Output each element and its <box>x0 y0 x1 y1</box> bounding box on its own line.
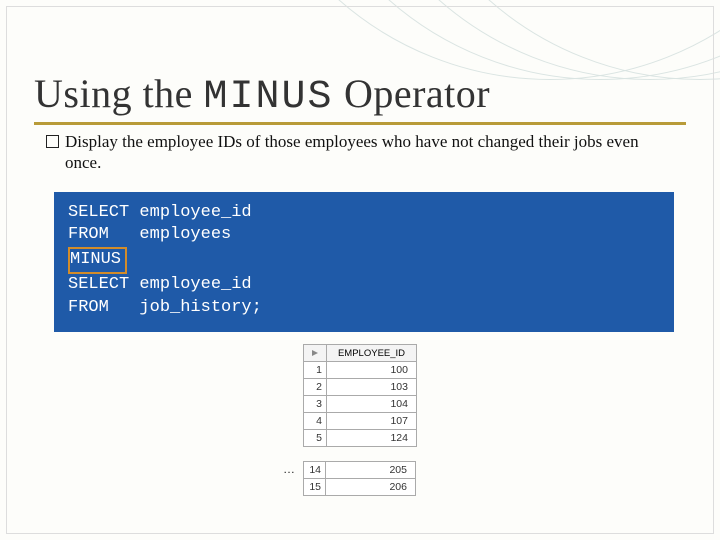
table-row: 2103 <box>304 379 417 396</box>
result-table-top: EMPLOYEE_ID 1100 2103 3104 4107 5124 <box>303 344 417 447</box>
code-line: SELECT employee_id <box>68 274 660 297</box>
table-row: 3104 <box>304 396 417 413</box>
title-post: Operator <box>344 71 490 116</box>
table-row: 5124 <box>304 430 417 447</box>
minus-highlight: MINUS <box>68 247 127 274</box>
slide-title: Using the MINUS Operator <box>0 0 720 120</box>
table-row: 1100 <box>304 362 417 379</box>
table-row: 15206 <box>304 479 416 496</box>
result-area: EMPLOYEE_ID 1100 2103 3104 4107 5124 … 1… <box>0 344 720 496</box>
table-row: 14205 <box>304 462 416 479</box>
triangle-icon <box>310 348 320 358</box>
sql-code-block: SELECT employee_id FROM employees MINUS … <box>54 192 674 333</box>
title-underline <box>34 122 686 125</box>
row-selector-corner <box>304 345 327 362</box>
code-line-minus: MINUS <box>68 247 660 274</box>
code-line: FROM employees <box>68 224 660 247</box>
slide: Using the MINUS Operator Display the emp… <box>0 0 720 540</box>
title-mono: MINUS <box>203 75 333 120</box>
title-pre: Using the <box>34 71 193 116</box>
column-header: EMPLOYEE_ID <box>327 345 417 362</box>
ellipsis: … <box>283 462 295 476</box>
code-line: FROM job_history; <box>68 297 660 320</box>
code-line: SELECT employee_id <box>68 202 660 225</box>
table-row: 4107 <box>304 413 417 430</box>
bullet-icon <box>46 135 59 148</box>
bullet-text: Display the employee IDs of those employ… <box>65 131 674 174</box>
bullet-row: Display the employee IDs of those employ… <box>0 131 720 174</box>
result-table-bottom: 14205 15206 <box>303 461 416 496</box>
